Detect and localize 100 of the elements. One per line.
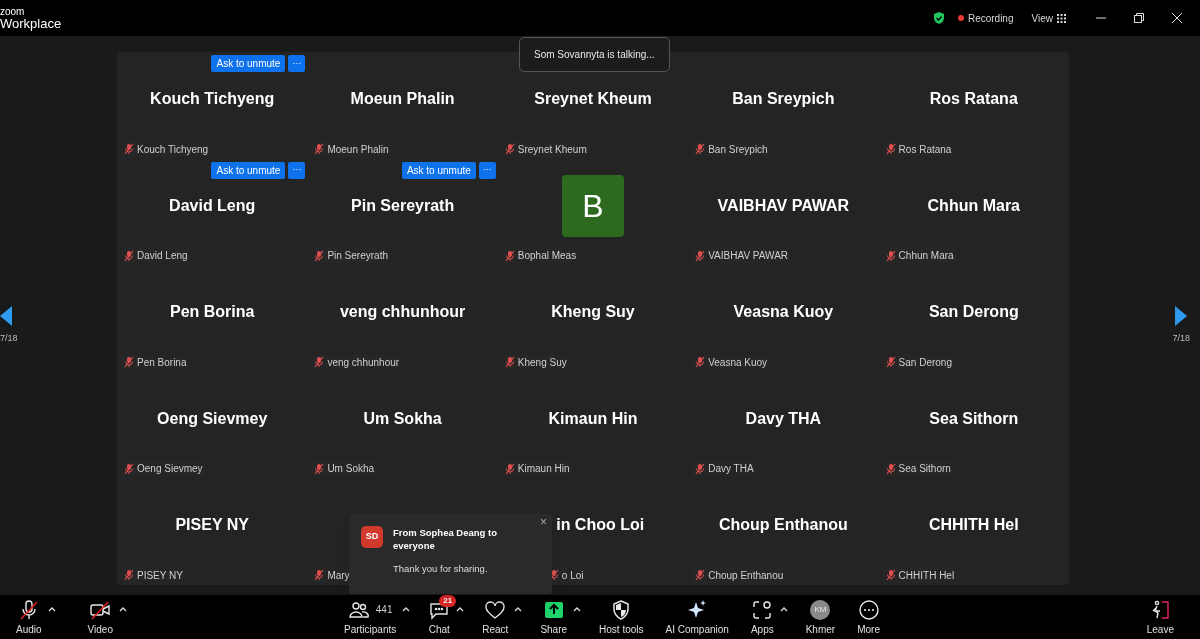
muted-mic-icon: [884, 462, 897, 475]
app-brand-small: zoom: [0, 6, 26, 17]
muted-mic-icon: [313, 143, 326, 155]
ask-to-unmute-button[interactable]: Ask to unmute: [401, 161, 476, 179]
previous-page-arrow-icon[interactable]: [0, 306, 12, 326]
user-avatar: KM: [810, 600, 831, 620]
participant-label: David Leng: [137, 249, 188, 264]
toolbar-button[interactable]: More: [853, 599, 884, 635]
participant-label: Ros Ratana: [898, 142, 952, 157]
participant-name: David Leng: [169, 195, 256, 216]
toolbar-button[interactable]: KM Khmer: [801, 599, 840, 635]
toolbar-button[interactable]: Share: [536, 599, 572, 635]
muted-mic-icon: [313, 356, 326, 369]
participant-label: Kouch Tichyeng: [137, 142, 209, 157]
muted-mic-icon: [503, 356, 516, 369]
page-indicator: 7/18: [0, 332, 18, 345]
more-options-button[interactable]: ···: [288, 55, 306, 72]
caret-up-icon[interactable]: [119, 605, 127, 613]
people-icon: [347, 599, 370, 621]
toolbar-button[interactable]: Apps: [746, 599, 778, 635]
caret-up-icon[interactable]: [514, 605, 523, 613]
muted-mic-icon: [694, 356, 707, 369]
grid-icon: [1057, 13, 1066, 23]
participant-label: Moeun Phalin: [327, 142, 389, 157]
toolbar-button[interactable]: Video: [83, 599, 117, 635]
muted-mic-icon: [123, 462, 135, 475]
speaking-toast: Som Sovannyta is talking...: [519, 37, 670, 72]
muted-mic-icon: [694, 249, 707, 262]
participant-label: Mary: [327, 568, 350, 583]
participant-name: Oeng Sievmey: [157, 408, 268, 429]
participant-name: Sea Sithorn: [929, 408, 1019, 429]
participant-name: Ros Ratana: [929, 89, 1018, 109]
muted-mic-icon: [884, 249, 897, 262]
muted-mic-icon: [313, 462, 326, 475]
caret-up-icon[interactable]: [47, 605, 56, 613]
muted-mic-icon: [884, 569, 897, 582]
muted-mic-icon: [884, 143, 897, 155]
participant-name: Davy THA: [745, 408, 822, 429]
participant-name: PISEY NY: [175, 515, 249, 536]
toolbar-button[interactable]: React: [478, 599, 513, 635]
close-notification-button[interactable]: ×: [540, 516, 547, 528]
apps-grid-icon: [751, 599, 774, 621]
chat-message: Thank you for sharing.: [393, 562, 489, 576]
caret-up-icon[interactable]: [573, 605, 582, 613]
participant-name: Kimaun Hin: [548, 408, 638, 429]
participant-label: PISEY NY: [137, 568, 183, 583]
recording-status: Recording: [967, 11, 1014, 26]
participant-label: Sreynet Kheum: [517, 142, 587, 157]
muted-mic-icon: [123, 249, 135, 262]
participant-label: San Derong: [898, 355, 952, 370]
participant-label: Kheng Suy: [517, 355, 567, 370]
shield-check-icon: [931, 11, 946, 25]
muted-mic-icon: [313, 249, 326, 262]
toolbar-button[interactable]: AI Companion: [661, 599, 733, 635]
chat-notification[interactable]: SD From Sophea Deang to everyone Thank you for sharing. ×: [349, 514, 552, 594]
restore-icon[interactable]: [1134, 13, 1144, 23]
app-brand: Workplace: [0, 16, 62, 30]
participant-label: Pen Borina: [137, 355, 187, 370]
participant-label: Oeng Sievmey: [137, 462, 203, 477]
participant-name: Choup Enthanou: [718, 515, 848, 536]
ask-to-unmute-button[interactable]: Ask to unmute: [211, 55, 286, 72]
participant-label: Pin Sereyrath: [327, 249, 388, 264]
participant-name: Sreynet Kheum: [534, 89, 652, 109]
participant-name: Um Sokha: [363, 408, 442, 429]
muted-mic-icon: [123, 143, 135, 155]
participant-name: Pen Borina: [169, 302, 255, 323]
participant-label: Sea Sithorn: [898, 462, 951, 477]
ask-to-unmute-button[interactable]: Ask to unmute: [211, 161, 286, 179]
participant-label: o Loi: [561, 568, 584, 583]
more-options-button[interactable]: ···: [478, 161, 496, 179]
participant-label: Veasna Kuoy: [708, 355, 768, 370]
participant-name: veng chhunhour: [339, 302, 466, 323]
participant-name: Kheng Suy: [551, 302, 635, 323]
toolbar-button[interactable]: Leave: [1142, 599, 1178, 635]
close-icon[interactable]: [1172, 13, 1182, 23]
more-options-button[interactable]: ···: [288, 161, 306, 179]
participant-name: Ban Sreypich: [732, 89, 835, 109]
participant-name: Chhun Mara: [927, 195, 1020, 216]
participant-label: Um Sokha: [327, 462, 375, 477]
toolbar-button[interactable]: Host tools: [595, 599, 648, 635]
participant-label: Bophal Meas: [517, 249, 577, 264]
caret-up-icon[interactable]: [402, 605, 411, 613]
chat-sender: From Sophea Deang to everyone: [393, 526, 498, 552]
participant-label: Ban Sreypich: [708, 142, 768, 157]
caret-up-icon[interactable]: [779, 605, 788, 613]
muted-mic-icon: [503, 462, 516, 475]
muted-mic-icon: [503, 249, 516, 262]
muted-mic-icon: [884, 356, 897, 369]
participant-avatar: B: [562, 174, 624, 237]
view-button[interactable]: View: [1031, 10, 1066, 26]
muted-mic-icon: [123, 356, 135, 369]
participant-name: Pin Sereyrath: [351, 195, 455, 216]
participant-label: VAIBHAV PAWAR: [708, 249, 789, 264]
muted-mic-icon: [694, 462, 707, 475]
next-page-arrow-icon[interactable]: [1175, 306, 1188, 326]
toolbar-button[interactable]: Audio: [12, 599, 46, 635]
toolbar-button[interactable]: 441 Participants: [340, 599, 401, 635]
participant-name: Moeun Phalin: [350, 89, 455, 109]
caret-up-icon[interactable]: [456, 605, 465, 613]
muted-mic-icon: [313, 569, 326, 582]
